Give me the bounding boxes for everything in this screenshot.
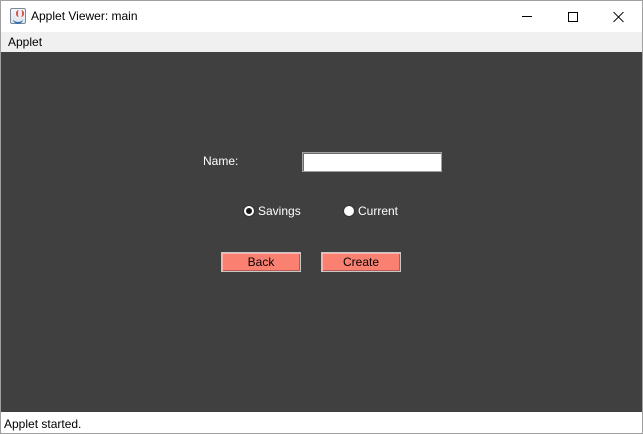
close-button[interactable] bbox=[596, 1, 642, 32]
maximize-button[interactable] bbox=[550, 1, 596, 32]
radio-unchecked-icon bbox=[343, 205, 355, 217]
status-text: Applet started. bbox=[4, 417, 82, 431]
menu-bar: Applet bbox=[1, 32, 642, 52]
savings-label: Savings bbox=[258, 204, 301, 218]
minimize-button[interactable] bbox=[504, 1, 550, 32]
name-input[interactable] bbox=[302, 152, 442, 172]
maximize-icon bbox=[568, 11, 578, 22]
applet-panel: Name: Savings Current Back Create bbox=[1, 52, 642, 412]
minimize-icon bbox=[522, 16, 532, 17]
status-bar: Applet started. bbox=[1, 412, 642, 433]
title-bar[interactable]: Applet Viewer: main bbox=[1, 1, 642, 32]
close-icon bbox=[613, 11, 625, 23]
radio-checked-icon bbox=[243, 205, 255, 217]
current-label: Current bbox=[358, 204, 399, 218]
java-app-icon bbox=[10, 8, 26, 24]
window-title: Applet Viewer: main bbox=[31, 9, 138, 23]
back-button[interactable]: Back bbox=[221, 252, 301, 272]
menu-applet[interactable]: Applet bbox=[8, 35, 42, 49]
applet-viewer-window: Applet Viewer: main Applet Name: Savings… bbox=[0, 0, 643, 434]
current-radio[interactable]: Current bbox=[343, 204, 398, 218]
create-button[interactable]: Create bbox=[321, 252, 401, 272]
name-label: Name: bbox=[203, 154, 239, 168]
savings-radio[interactable]: Savings bbox=[243, 204, 301, 218]
